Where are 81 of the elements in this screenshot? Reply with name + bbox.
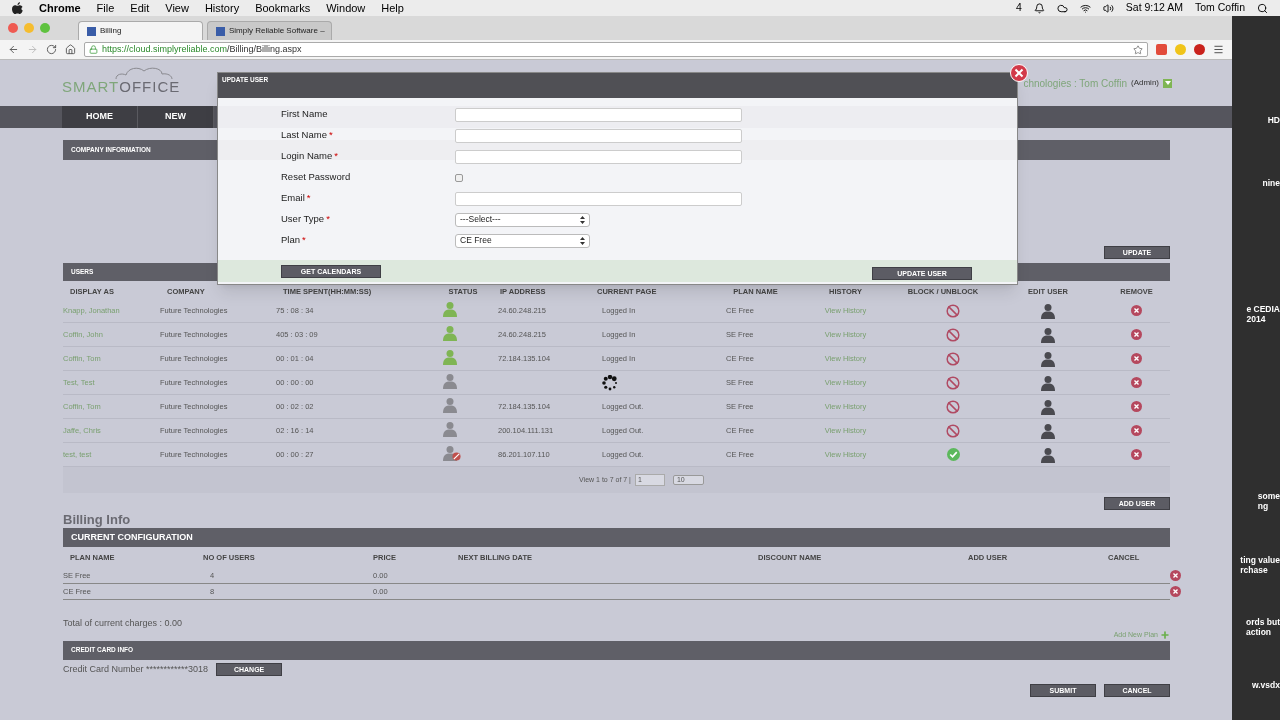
- browser-tab[interactable]: Billing: [78, 21, 203, 40]
- unblock-icon[interactable]: [946, 448, 960, 461]
- remove-icon[interactable]: [1131, 353, 1142, 364]
- text-input[interactable]: [455, 128, 742, 143]
- field-label: Last Name *: [281, 128, 334, 143]
- back-icon[interactable]: [8, 44, 19, 55]
- desktop-icon-label[interactable]: e CEDIA 2014: [1246, 304, 1280, 324]
- browser-tab[interactable]: Simply Reliable Software –: [207, 21, 332, 40]
- bell-icon[interactable]: [1033, 2, 1045, 14]
- menu-item[interactable]: Help: [381, 0, 404, 17]
- remove-icon[interactable]: [1131, 305, 1142, 316]
- block-icon[interactable]: [946, 327, 960, 342]
- select-field[interactable]: CE Free: [455, 233, 590, 248]
- user-name[interactable]: Tom Coffin: [1195, 0, 1245, 16]
- field-label: User Type *: [281, 212, 331, 227]
- edit-user-icon: [1041, 446, 1055, 463]
- desktop-icon-label[interactable]: HD: [1267, 115, 1280, 125]
- nav-item[interactable]: HOME: [62, 106, 138, 128]
- extension-icon[interactable]: [1194, 44, 1205, 55]
- user-role: (Admin): [1131, 77, 1159, 89]
- stepper-arrows-icon: [580, 236, 585, 245]
- section-header: CURRENT CONFIGURATION: [63, 528, 1170, 547]
- remove-icon[interactable]: [1131, 401, 1142, 412]
- cancel-plan-icon[interactable]: [1170, 586, 1181, 597]
- field-label: Email *: [281, 191, 312, 206]
- remove-icon[interactable]: [1131, 377, 1142, 388]
- total-charges: Total of current charges : 0.00: [63, 617, 184, 629]
- credit-card-number: Credit Card Number ************3018: [63, 662, 209, 676]
- field-label: First Name: [281, 107, 329, 122]
- desktop-icon-label[interactable]: nine: [1262, 178, 1280, 188]
- block-icon[interactable]: [946, 303, 960, 318]
- menu-item[interactable]: History: [204, 0, 240, 17]
- edit-user-icon: [1041, 398, 1055, 415]
- text-input[interactable]: [455, 149, 742, 164]
- cancel-plan-icon[interactable]: [1170, 570, 1181, 581]
- bookmark-star-icon[interactable]: [1133, 44, 1143, 55]
- reset-password-checkbox[interactable]: [455, 173, 463, 182]
- clock[interactable]: Sat 9:12 AM: [1125, 0, 1183, 16]
- menu-icon[interactable]: [1213, 44, 1224, 55]
- block-icon[interactable]: [946, 399, 960, 414]
- menu-item[interactable]: Window: [326, 0, 366, 17]
- edit-user-icon: [1041, 422, 1055, 439]
- text-input[interactable]: [455, 191, 742, 206]
- menu-item[interactable]: Bookmarks: [255, 0, 311, 17]
- remove-icon[interactable]: [1131, 449, 1142, 460]
- edit-user-icon: [1041, 350, 1055, 367]
- text-input[interactable]: [455, 107, 742, 122]
- desktop-icon-label[interactable]: ting value rchase: [1240, 555, 1280, 575]
- nav-item[interactable]: NEW: [138, 106, 214, 128]
- block-icon[interactable]: [946, 375, 960, 390]
- section-title: Billing Info: [63, 511, 132, 528]
- stepper-arrows-icon: [580, 215, 585, 224]
- menu-item[interactable]: Chrome: [39, 0, 81, 17]
- user-greeting: chnologies : Tom Coffin: [1023, 76, 1127, 91]
- edit-user-icon: [1041, 326, 1055, 343]
- wifi-icon[interactable]: [1079, 2, 1091, 14]
- edit-user-icon: [1041, 302, 1055, 319]
- address-field[interactable]: https://cloud.simplyreliable.com/Billing/Billing.aspx: [84, 42, 1148, 57]
- cloud-icon[interactable]: [1056, 2, 1068, 14]
- remove-icon[interactable]: [1131, 425, 1142, 436]
- block-icon[interactable]: [946, 351, 960, 366]
- block-icon[interactable]: [946, 423, 960, 438]
- home-icon[interactable]: [65, 44, 76, 55]
- menu-item[interactable]: Edit: [130, 0, 150, 17]
- edit-user-icon: [1041, 374, 1055, 391]
- menu-item[interactable]: File: [96, 0, 115, 17]
- lock-icon: [89, 45, 98, 54]
- remove-icon[interactable]: [1131, 329, 1142, 340]
- volume-icon[interactable]: [1102, 2, 1114, 14]
- logo: SMARTOFFICE: [62, 67, 181, 99]
- apple-icon[interactable]: [12, 2, 23, 14]
- field-label: Plan *: [281, 233, 307, 248]
- desktop-icon-label[interactable]: some ng: [1257, 491, 1280, 511]
- status-badge[interactable]: 4: [1015, 0, 1022, 16]
- menu-item[interactable]: View: [165, 0, 189, 17]
- desktop-icon-label[interactable]: w.vsdx: [1251, 680, 1280, 690]
- select-field[interactable]: ---Select---: [455, 212, 590, 227]
- field-label: Reset Password: [281, 170, 352, 185]
- search-icon[interactable]: [1257, 2, 1268, 14]
- reload-icon[interactable]: [46, 44, 57, 55]
- desktop-icon-label[interactable]: ords but action: [1246, 617, 1280, 637]
